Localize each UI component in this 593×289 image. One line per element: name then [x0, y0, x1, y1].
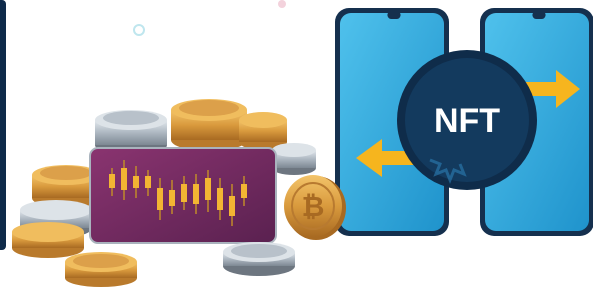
coin-stack [171, 99, 247, 151]
illustration: ₿ NFT [12, 0, 593, 287]
candlestick-chart-icon [89, 147, 277, 244]
coin-stack [65, 252, 137, 287]
coin-stack [239, 112, 287, 150]
svg-text:₿: ₿ [302, 191, 325, 222]
decor-dot [133, 24, 145, 36]
coin-stack [12, 222, 84, 258]
nft-label: NFT [434, 102, 500, 140]
coin-stack [223, 242, 295, 276]
decor-dot [278, 0, 286, 8]
coin-stack [272, 143, 316, 175]
